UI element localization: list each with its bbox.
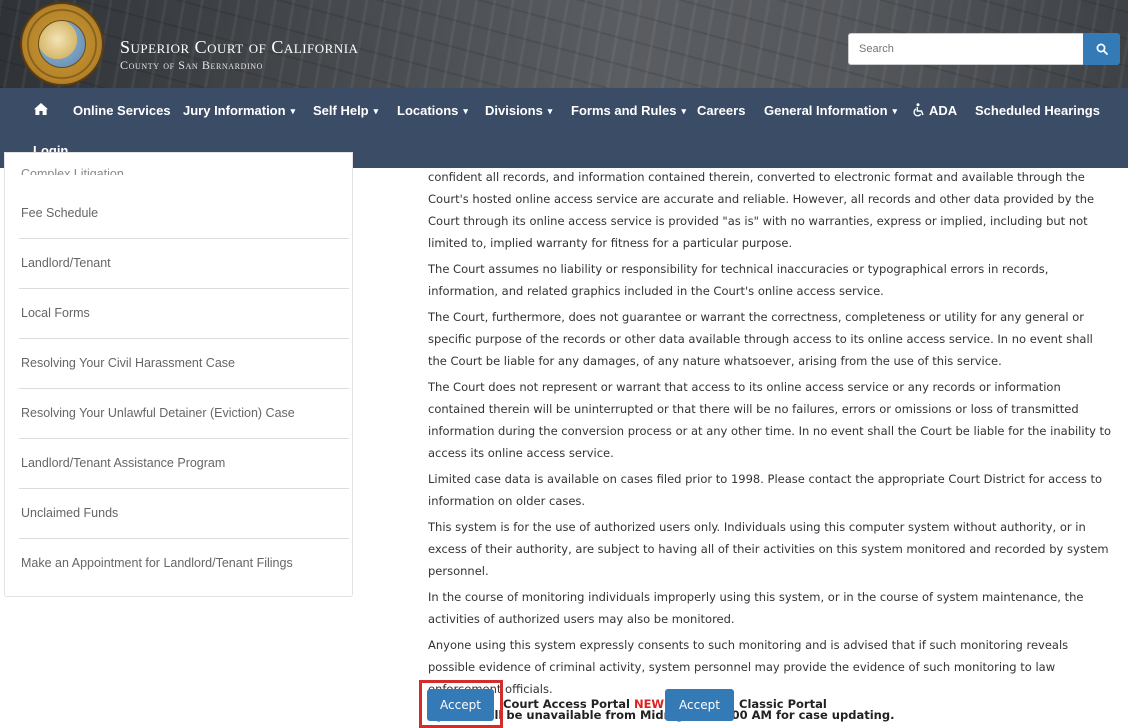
caret-down-icon: ▾ [373, 106, 379, 116]
nav-forms-and-rules[interactable]: Forms and Rules ▾ [571, 103, 686, 119]
search-button[interactable] [1083, 33, 1120, 65]
nav-label: Careers [697, 103, 746, 118]
sidebar-item-landlord-tenant[interactable]: Landlord/Tenant [19, 239, 349, 289]
sidebar-item-unlawful-detainer[interactable]: Resolving Your Unlawful Detainer (Evicti… [19, 389, 349, 439]
home-icon[interactable] [33, 101, 49, 117]
disclaimer-paragraph: This system is for the use of authorized… [428, 520, 1109, 578]
disclaimer-paragraph: In the course of monitoring individuals … [428, 590, 1084, 626]
caret-down-icon: ▾ [892, 106, 898, 116]
nav-label: Self Help [313, 103, 369, 118]
sidebar-panel: Complex Litigation Fee Schedule Landlord… [4, 152, 353, 597]
disclaimer-content: confident all records, and information c… [428, 166, 1114, 728]
disclaimer-paragraph: Limited case data is available on cases … [428, 472, 1103, 508]
nav-divisions[interactable]: Divisions ▾ [485, 103, 552, 119]
sidebar-item-make-appointment[interactable]: Make an Appointment for Landlord/Tenant … [19, 539, 349, 589]
nav-label: General Information [764, 103, 888, 118]
nav-online-services[interactable]: Online Services [73, 103, 171, 119]
nav-label: Forms and Rules [571, 103, 677, 118]
nav-jury-information[interactable]: Jury Information ▾ [183, 103, 295, 119]
caret-down-icon: ▾ [681, 106, 686, 116]
nav-careers[interactable]: Careers [697, 103, 745, 119]
wheelchair-icon [913, 103, 924, 117]
sidebar-item-fee-schedule[interactable]: Fee Schedule [19, 189, 349, 239]
search-icon [1096, 43, 1108, 55]
disclaimer-paragraph: The Court, furthermore, does not guarant… [428, 310, 1093, 368]
nav-ada[interactable]: ADA [912, 103, 957, 119]
nav-locations[interactable]: Locations ▾ [397, 103, 468, 119]
sidebar-item-partial[interactable]: Complex Litigation [21, 167, 124, 175]
nav-label: Locations [397, 103, 459, 118]
search-input[interactable] [848, 33, 1084, 65]
caret-down-icon: ▾ [290, 106, 296, 116]
nav-label: Scheduled Hearings [975, 103, 1100, 118]
classic-portal-label: Classic Portal [739, 697, 827, 711]
caret-down-icon: ▾ [547, 106, 553, 116]
court-seal-logo[interactable] [20, 2, 104, 86]
sidebar-item-assistance-program[interactable]: Landlord/Tenant Assistance Program [19, 439, 349, 489]
court-subtitle: County of San Bernardino [120, 58, 263, 72]
sidebar-item-civil-harassment[interactable]: Resolving Your Civil Harassment Case [19, 339, 349, 389]
disclaimer-paragraph: Anyone using this system expressly conse… [428, 638, 1069, 696]
new-portal-label-text: Court Access Portal [503, 697, 630, 711]
caret-down-icon: ▾ [463, 106, 468, 116]
nav-label: Divisions [485, 103, 543, 118]
accept-classic-portal-button[interactable]: Accept [665, 689, 734, 721]
sidebar-item-local-forms[interactable]: Local Forms [19, 289, 349, 339]
sidebar-item-unclaimed-funds[interactable]: Unclaimed Funds [19, 489, 349, 539]
disclaimer-paragraph: confident all records, and information c… [428, 170, 1095, 250]
court-title[interactable]: Superior Court of California [120, 37, 358, 58]
header-banner: Superior Court of California County of S… [0, 0, 1128, 88]
new-portal-label: Court Access Portal NEW! [503, 697, 669, 711]
nav-label: ADA [929, 103, 958, 118]
disclaimer-paragraph: The Court assumes no liability or respon… [428, 262, 1049, 298]
nav-label: Jury Information [183, 103, 286, 118]
disclaimer-paragraph: The Court does not represent or warrant … [428, 380, 1112, 460]
accept-new-portal-button[interactable]: Accept [427, 689, 494, 721]
nav-scheduled-hearings[interactable]: Scheduled Hearings [975, 103, 1100, 119]
nav-general-information[interactable]: General Information ▾ [764, 103, 897, 119]
seal-center [38, 20, 86, 68]
nav-label: Online Services [73, 103, 171, 118]
nav-self-help[interactable]: Self Help ▾ [313, 103, 378, 119]
